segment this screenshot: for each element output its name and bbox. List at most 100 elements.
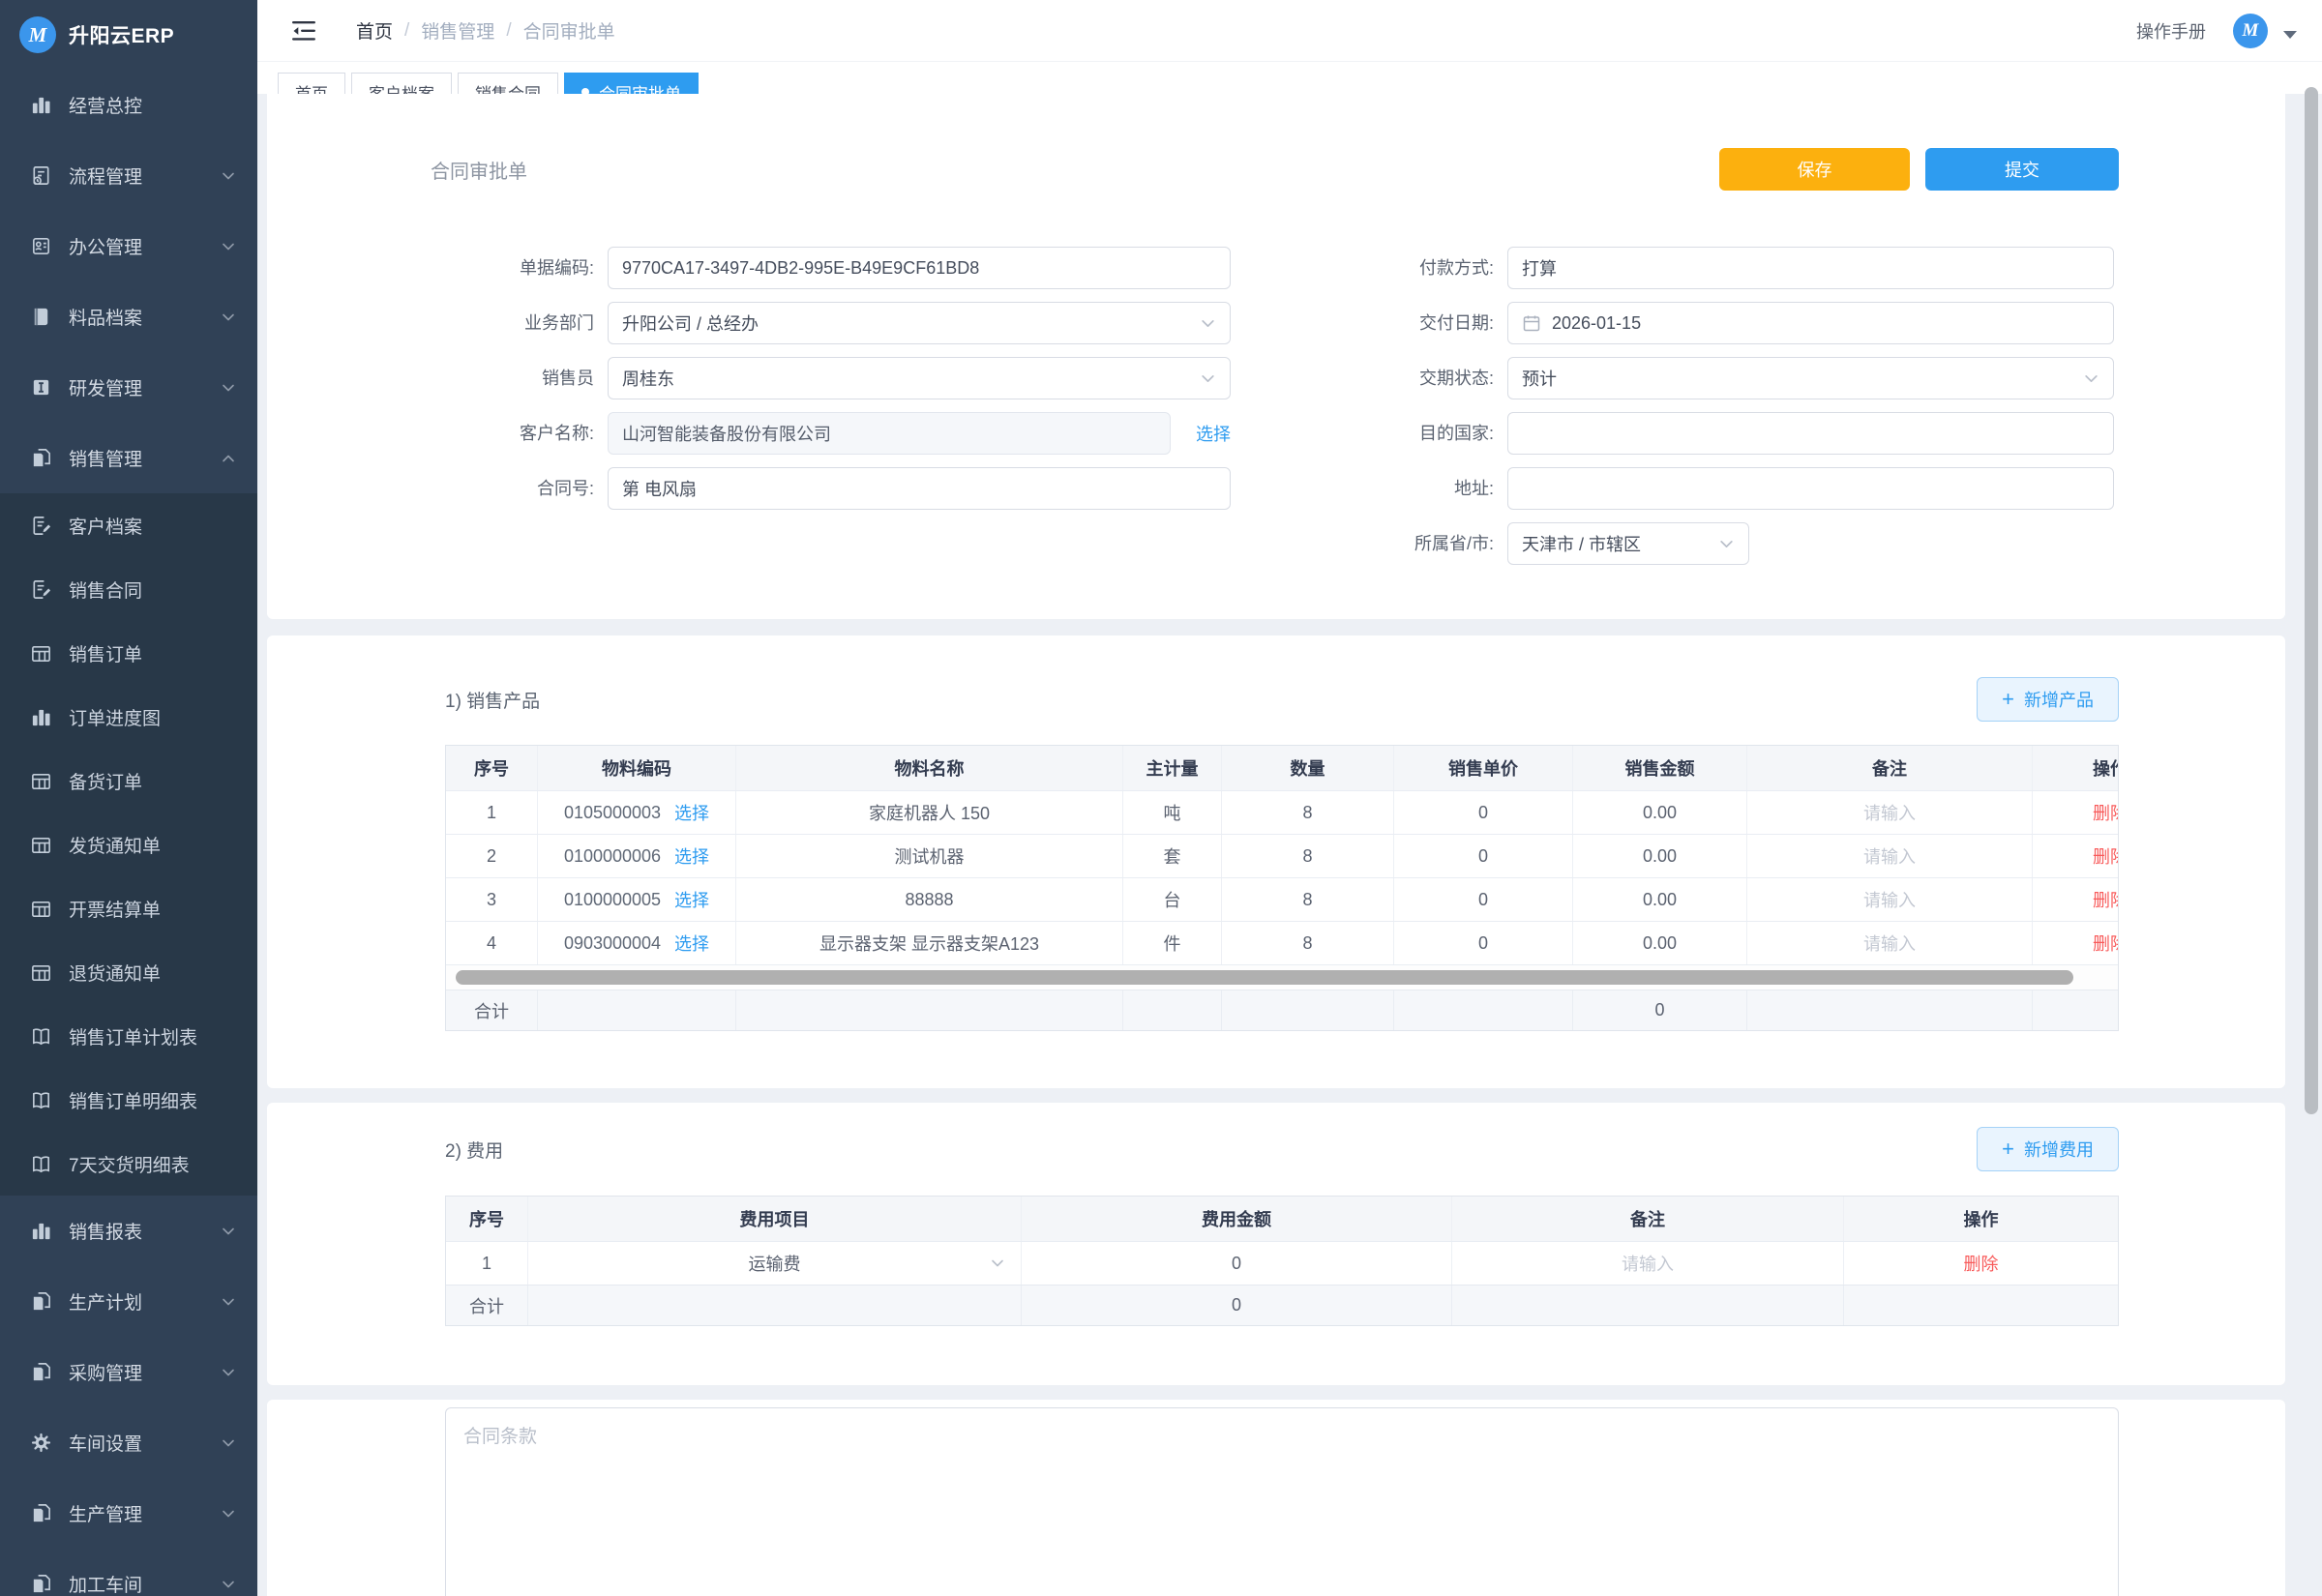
remark-input[interactable]: 请输入 xyxy=(1622,1251,1674,1276)
avatar[interactable]: M xyxy=(2233,14,2268,48)
sidebar-subitem-0[interactable]: 客户档案 xyxy=(0,493,257,557)
delete-row-link[interactable]: 删除 xyxy=(1964,1251,1999,1276)
total-amount: 0 xyxy=(1232,1295,1241,1315)
logo: M 升阳云ERP xyxy=(0,0,257,70)
tab-2[interactable]: 销售合同 xyxy=(458,73,558,94)
province-city-value: 天津市 / 市辖区 xyxy=(1522,531,1641,556)
sidebar-item-5[interactable]: 加工车间 xyxy=(0,1549,257,1596)
office-icon xyxy=(29,235,52,258)
sidebar-subitem-7[interactable]: 退货通知单 xyxy=(0,940,257,1004)
doc-code-field[interactable] xyxy=(608,247,1231,289)
save-button[interactable]: 保存 xyxy=(1719,148,1910,191)
sidebar-subitem-2[interactable]: 销售订单 xyxy=(0,621,257,685)
table-cell: 销售金额 xyxy=(1573,746,1747,790)
table-cell: 序号 xyxy=(446,1197,528,1241)
table-cell: 请输入 xyxy=(1747,835,2033,877)
delete-row-link[interactable]: 删除 xyxy=(2093,800,2119,825)
add-product-button[interactable]: + 新增产品 xyxy=(1977,677,2119,722)
sidebar-item-4[interactable]: 研发管理 xyxy=(0,352,257,423)
sidebar-subitem-10[interactable]: 7天交货明细表 xyxy=(0,1132,257,1196)
department-select[interactable]: 升阳公司 / 总经办 xyxy=(608,302,1231,344)
sidebar-item-0[interactable]: 经营总控 xyxy=(0,70,257,140)
delivery-date-field[interactable]: 2026-01-15 xyxy=(1507,302,2114,344)
delete-row-link[interactable]: 删除 xyxy=(2093,931,2119,956)
menu-fold-icon[interactable] xyxy=(292,20,315,42)
customer-name-label: 客户名称: xyxy=(431,412,608,455)
chevron-down-icon xyxy=(221,310,236,325)
sidebar-subitem-6[interactable]: 开票结算单 xyxy=(0,876,257,940)
table-cell: 0100000005选择 xyxy=(538,878,736,921)
customer-name-select-link[interactable]: 选择 xyxy=(1196,421,1231,446)
select-material-link[interactable]: 选择 xyxy=(674,931,709,956)
contract-no-field[interactable] xyxy=(608,467,1231,510)
table-icon xyxy=(29,897,52,920)
table-cell: 显示器支架 显示器支架A123 xyxy=(736,922,1123,964)
form-header: 合同审批单 保存 提交 xyxy=(267,94,2285,191)
table-cell: 0105000003选择 xyxy=(538,791,736,834)
sidebar-subitem-8[interactable]: 销售订单计划表 xyxy=(0,1004,257,1068)
sidebar-item-0[interactable]: 销售报表 xyxy=(0,1196,257,1266)
payment-method-field[interactable] xyxy=(1507,247,2114,289)
contract-terms-input[interactable] xyxy=(445,1407,2119,1596)
sidebar-item-3[interactable]: 车间设置 xyxy=(0,1407,257,1478)
manual-link[interactable]: 操作手册 xyxy=(2136,18,2206,44)
table-cell: 1 xyxy=(446,1242,528,1285)
remark-input[interactable]: 请输入 xyxy=(1863,800,1916,825)
chevron-down-icon xyxy=(221,1294,236,1310)
breadcrumb-home[interactable]: 首页 xyxy=(356,17,393,44)
chevron-down-icon xyxy=(221,1224,236,1239)
delivery-date-label: 交付日期: xyxy=(1330,302,1507,344)
sidebar-subitem-4[interactable]: 备货订单 xyxy=(0,749,257,813)
table-icon xyxy=(29,769,52,792)
form-column-left: 单据编码: 业务部门 升阳公司 / 总经办 销售员 周桂东 客户名称: 选择合同… xyxy=(431,247,1231,577)
user-caret-down-icon[interactable] xyxy=(2283,31,2297,39)
table-cell: 费用项目 xyxy=(528,1197,1022,1241)
department-wrap: 升阳公司 / 总经办 xyxy=(608,302,1231,344)
fee-item-select[interactable]: 运输费 xyxy=(528,1242,1021,1285)
delete-row-link[interactable]: 删除 xyxy=(2093,887,2119,912)
add-fee-button[interactable]: + 新增费用 xyxy=(1977,1127,2119,1171)
tab-3-active[interactable]: 合同审批单 xyxy=(564,73,699,94)
select-material-link[interactable]: 选择 xyxy=(674,887,709,912)
sidebar-item-label: 采购管理 xyxy=(69,1359,221,1385)
remark-input[interactable]: 请输入 xyxy=(1863,931,1916,956)
column-header: 销售单价 xyxy=(1448,755,1518,781)
sidebar-item-1[interactable]: 流程管理 xyxy=(0,140,257,211)
products-table: 序号物料编码物料名称主计量数量销售单价销售金额备注操作10105000003选择… xyxy=(445,745,2119,1031)
delivery-status-select[interactable]: 预计 xyxy=(1507,357,2114,399)
table-cell: 8 xyxy=(1222,791,1394,834)
select-material-link[interactable]: 选择 xyxy=(674,843,709,869)
sidebar-item-1[interactable]: 生产计划 xyxy=(0,1266,257,1337)
sidebar-item-4[interactable]: 生产管理 xyxy=(0,1478,257,1549)
contract-form-panel: 合同审批单 保存 提交 单据编码: 业务部门 升阳公司 / 总经办 销售员 周桂… xyxy=(267,94,2285,619)
select-material-link[interactable]: 选择 xyxy=(674,800,709,825)
customer-name-field xyxy=(608,412,1171,455)
sidebar-item-5[interactable]: 销售管理 xyxy=(0,423,257,493)
remark-input[interactable]: 请输入 xyxy=(1863,887,1916,912)
sidebar-item-2[interactable]: 采购管理 xyxy=(0,1337,257,1407)
sidebar-item-3[interactable]: 料品档案 xyxy=(0,281,257,352)
address-field[interactable] xyxy=(1507,467,2114,510)
submit-button[interactable]: 提交 xyxy=(1925,148,2119,191)
horizontal-scrollbar-thumb[interactable] xyxy=(456,970,2073,985)
remark-input[interactable]: 请输入 xyxy=(1863,843,1916,869)
sidebar-item-2[interactable]: 办公管理 xyxy=(0,211,257,281)
column-header: 费用项目 xyxy=(740,1206,810,1231)
tab-1[interactable]: 客户档案 xyxy=(351,73,452,94)
salesman-select[interactable]: 周桂东 xyxy=(608,357,1231,399)
logo-icon: M xyxy=(19,16,56,53)
sidebar-item-label: 经营总控 xyxy=(69,92,236,118)
form-row-department: 业务部门 升阳公司 / 总经办 xyxy=(431,302,1231,344)
dest-country-field[interactable] xyxy=(1507,412,2114,455)
delete-row-link[interactable]: 删除 xyxy=(2093,843,2119,869)
province-city-select[interactable]: 天津市 / 市辖区 xyxy=(1507,522,1749,565)
breadcrumb-separator: / xyxy=(506,20,511,42)
tab-0[interactable]: 首页 xyxy=(278,73,345,94)
vertical-scrollbar-thumb[interactable] xyxy=(2305,87,2318,1114)
sidebar-subitem-1[interactable]: 销售合同 xyxy=(0,557,257,621)
products-section-title: 1) 销售产品 xyxy=(445,687,540,713)
table-row: 20100000006选择测试机器套800.00请输入删除 xyxy=(446,834,2119,877)
sidebar-subitem-3[interactable]: 订单进度图 xyxy=(0,685,257,749)
sidebar-subitem-9[interactable]: 销售订单明细表 xyxy=(0,1068,257,1132)
sidebar-subitem-5[interactable]: 发货通知单 xyxy=(0,813,257,876)
